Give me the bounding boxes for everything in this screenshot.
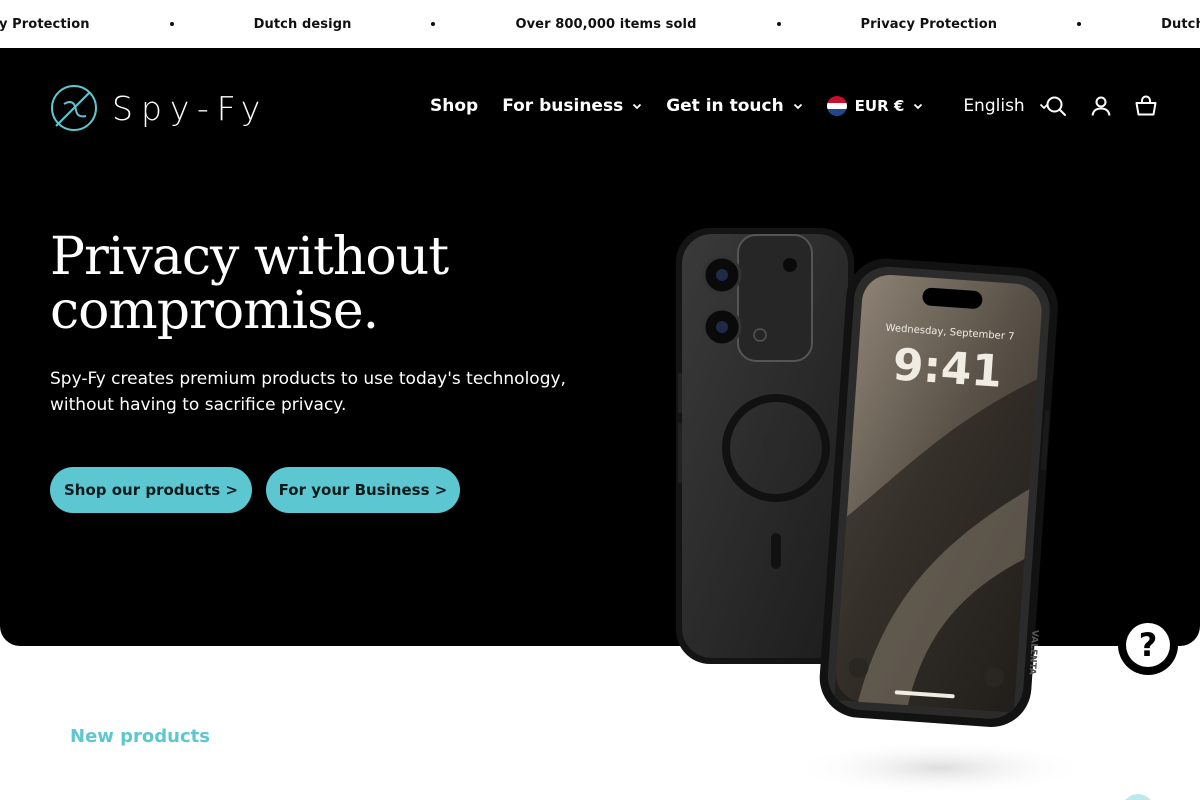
logo-text: Spy-Fy (112, 88, 269, 128)
help-chat-button[interactable]: ? (1118, 615, 1178, 675)
announcement-text: Over 800,000 items sold (515, 16, 697, 32)
button-label: For your Business > (278, 481, 448, 499)
chevron-down-icon (914, 103, 923, 110)
cart-icon[interactable] (1134, 94, 1158, 118)
header-icons (1044, 94, 1158, 118)
chevron-down-icon (633, 103, 642, 110)
netherlands-flag-icon (826, 96, 847, 116)
shop-products-button[interactable]: Shop our products > (50, 467, 252, 513)
announcement-text: Dutch design (253, 16, 352, 32)
currency-selector[interactable]: EUR € (826, 96, 924, 116)
announcement-item: Privacy Protection (0, 17, 174, 32)
announcement-bar: Privacy Protection Dutch design Over 800… (0, 0, 1200, 48)
announcement-text: Privacy Protection (0, 16, 90, 32)
announcement-track: Privacy Protection Dutch design Over 800… (0, 0, 1200, 48)
logo-mark-icon (51, 85, 97, 131)
announcement-item: Dutch design (174, 17, 436, 32)
announcement-text: Dutch design (1161, 16, 1200, 32)
main-nav: Shop For business Get in touch EUR € Eng… (430, 94, 1049, 118)
hero-section: Spy-Fy Shop For business Get in touch EU… (0, 48, 1200, 796)
search-icon[interactable] (1044, 94, 1068, 118)
nav-item-label: For business (502, 96, 624, 116)
announcement-item: Privacy Protection (781, 17, 1082, 32)
language-label: English (963, 96, 1025, 116)
announcement-item: Dutch design (1081, 17, 1200, 32)
language-selector[interactable]: English (963, 96, 1048, 116)
for-business-button[interactable]: For your Business > (266, 467, 460, 513)
nav-item-get-in-touch[interactable]: Get in touch (666, 96, 802, 116)
hero-subtitle: Spy-Fy creates premium products to use t… (50, 369, 566, 415)
announcement-item: Over 800,000 items sold (435, 16, 781, 32)
account-icon[interactable] (1089, 94, 1113, 118)
nav-item-for-business[interactable]: For business (502, 96, 642, 116)
currency-label: EUR € (854, 97, 905, 115)
front-phone: Wednesday, September 7 9:41 VALENTA (819, 258, 1058, 727)
announcement-text: Privacy Protection (860, 16, 998, 32)
logo[interactable]: Spy-Fy (50, 84, 268, 132)
nav-item-shop[interactable]: Shop (430, 96, 478, 116)
hero-title: Privacy without compromise. (50, 227, 449, 341)
new-products-heading: New products (70, 726, 210, 747)
scroll-indicator (1122, 794, 1154, 800)
nav-item-label: Shop (430, 96, 479, 116)
question-icon: ? (1126, 623, 1170, 667)
hero-phones-image: Wednesday, September 7 9:41 VALENTA (676, 228, 1090, 796)
lockscreen-time: 9:41 (891, 339, 1004, 398)
nav-item-label: Get in touch (666, 96, 784, 116)
button-label: Shop our products > (64, 481, 238, 499)
chevron-down-icon (793, 103, 802, 110)
